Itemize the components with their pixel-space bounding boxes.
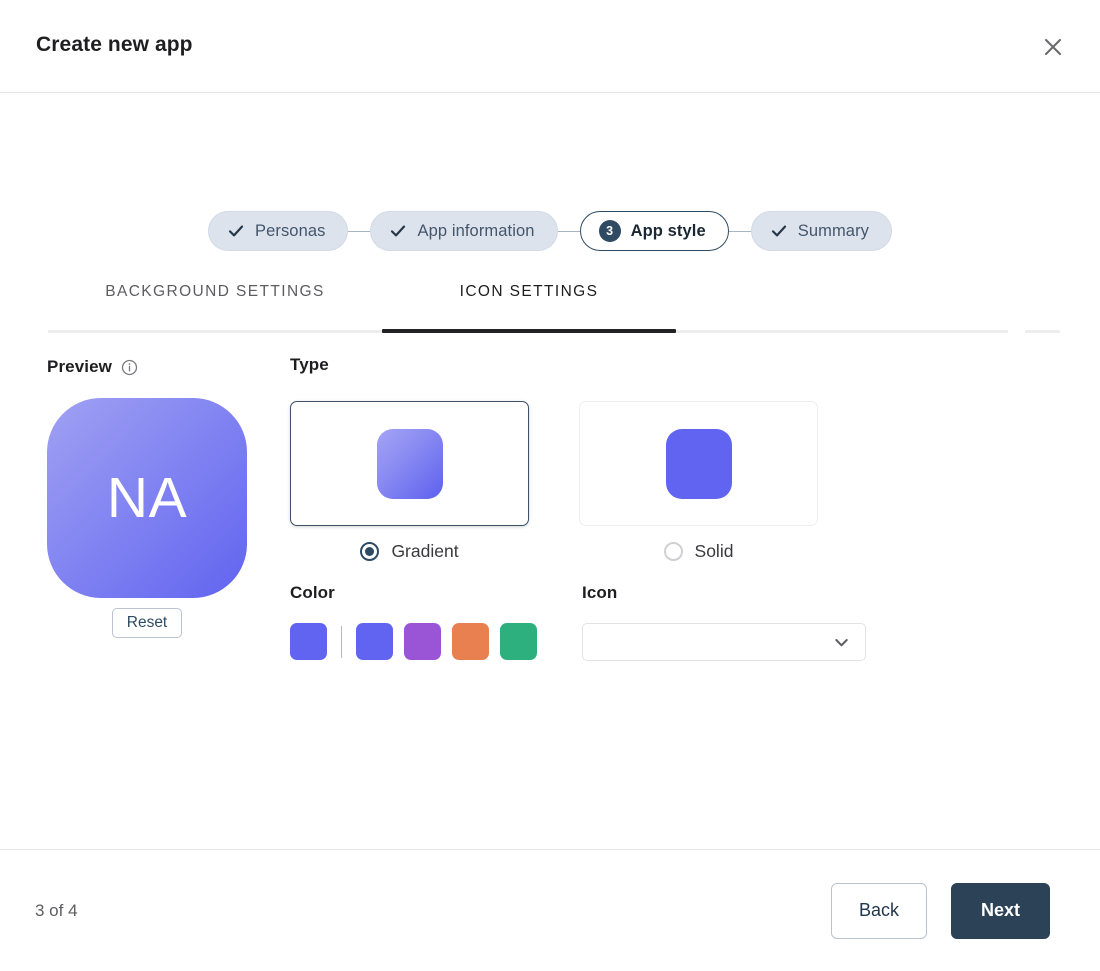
icon-label: Icon	[582, 583, 618, 602]
color-chip-preset-3[interactable]	[452, 623, 489, 660]
solid-swatch-preview	[665, 428, 732, 499]
color-label: Color	[290, 583, 335, 602]
icon-select[interactable]	[582, 623, 866, 661]
radio-gradient[interactable]	[360, 542, 380, 561]
type-label: Type	[290, 355, 329, 374]
tabs-track-end	[1025, 330, 1060, 333]
radio-row-gradient[interactable]: Gradient	[290, 541, 529, 562]
radio-label: Solid	[694, 541, 734, 561]
step-summary[interactable]: Summary	[750, 211, 893, 251]
page-title: Create new app	[36, 33, 193, 56]
check-icon	[770, 222, 788, 240]
step-connector	[557, 230, 580, 232]
color-and-icon-row: Color Icon	[290, 583, 910, 661]
step-connector	[728, 230, 751, 232]
check-icon	[227, 222, 245, 240]
dialog-body: Personas App information 3 App style Sum…	[0, 93, 1100, 849]
preview-header: Preview	[47, 355, 247, 379]
step-personas[interactable]: Personas	[207, 211, 349, 251]
preview-label: Preview	[47, 357, 112, 376]
next-button[interactable]: Next	[951, 882, 1050, 939]
step-app-style[interactable]: 3 App style	[579, 211, 729, 251]
tab-background-settings[interactable]: BACKGROUND SETTINGS	[48, 283, 382, 333]
reset-button[interactable]: Reset	[111, 608, 183, 638]
footer-actions: Back Next	[831, 882, 1050, 939]
type-section: Type Gradient Solid	[290, 355, 850, 562]
radio-label: Gradient	[391, 541, 459, 561]
close-icon	[1044, 38, 1062, 56]
color-chip-preset-4[interactable]	[500, 623, 537, 660]
wizard-stepper: Personas App information 3 App style Sum…	[0, 211, 1100, 251]
create-new-app-dialog: Create new app Personas App information …	[0, 0, 1100, 971]
type-option-solid: Solid	[579, 401, 818, 562]
step-label: App style	[630, 221, 706, 240]
color-swatches	[290, 623, 582, 660]
check-icon	[389, 222, 407, 240]
type-card-gradient[interactable]	[290, 401, 529, 526]
close-button[interactable]	[1032, 26, 1074, 68]
tab-label: BACKGROUND SETTINGS	[105, 283, 325, 300]
page-counter: 3 of 4	[35, 900, 78, 920]
step-connector	[348, 230, 371, 232]
step-label: App information	[417, 221, 535, 240]
settings-tabs: BACKGROUND SETTINGS ICON SETTINGS	[48, 283, 1060, 333]
tab-icon-settings[interactable]: ICON SETTINGS	[382, 283, 676, 333]
color-section: Color	[290, 583, 582, 661]
dialog-header: Create new app	[0, 0, 1100, 93]
preview-section: Preview NA Reset	[47, 355, 247, 638]
step-app-information[interactable]: App information	[370, 211, 558, 251]
radio-solid[interactable]	[663, 542, 683, 561]
color-chip-preset-1[interactable]	[356, 623, 393, 660]
color-chip-preset-2[interactable]	[404, 623, 441, 660]
info-circle-icon[interactable]	[121, 359, 138, 376]
color-chip-current[interactable]	[290, 623, 327, 660]
gradient-swatch-preview	[376, 428, 443, 499]
step-number-badge: 3	[598, 220, 621, 242]
preview-initials: NA	[106, 466, 188, 530]
type-option-gradient: Gradient	[290, 401, 529, 562]
back-button[interactable]: Back	[831, 882, 927, 939]
step-label: Personas	[254, 221, 326, 240]
radio-row-solid[interactable]: Solid	[579, 541, 818, 562]
chevron-down-icon	[835, 638, 848, 646]
step-label: Summary	[797, 221, 870, 240]
app-icon-preview: NA	[47, 398, 247, 598]
tab-label: ICON SETTINGS	[459, 283, 599, 300]
reset-button-wrap: Reset	[47, 608, 247, 638]
dialog-footer: 3 of 4 Back Next	[0, 849, 1100, 971]
type-card-solid[interactable]	[579, 401, 818, 526]
icon-section: Icon	[582, 583, 872, 661]
active-tab-underline	[382, 329, 676, 333]
swatch-divider	[341, 625, 342, 658]
type-options: Gradient Solid	[290, 401, 850, 562]
